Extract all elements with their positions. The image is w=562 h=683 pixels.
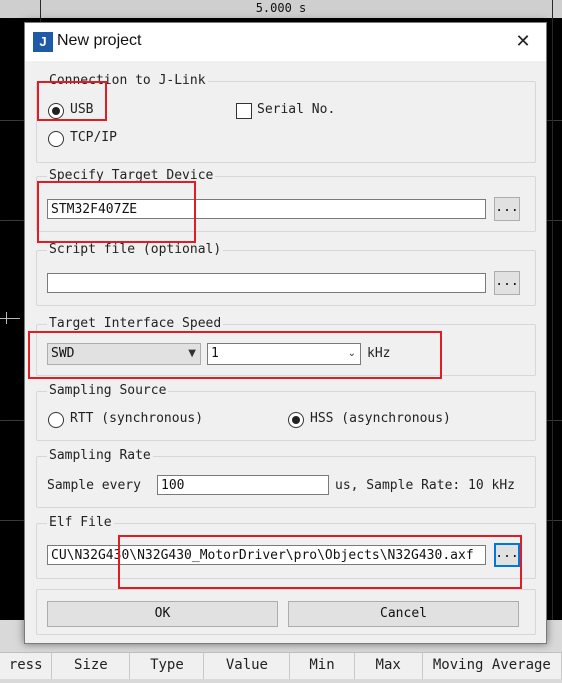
sample-rate-text: us, Sample Rate: 10 kHz bbox=[335, 478, 516, 493]
grid-line bbox=[552, 0, 553, 683]
hss-label: HSS (asynchronous) bbox=[310, 411, 451, 426]
interface-value: SWD bbox=[51, 346, 75, 361]
target-device-label: Specify Target Device bbox=[47, 168, 216, 183]
elf-file-input[interactable]: CU\N32G430\N32G430_MotorDriver\pro\Objec… bbox=[47, 545, 486, 565]
tcpip-radio[interactable] bbox=[48, 131, 64, 147]
crosshair bbox=[6, 312, 7, 324]
column-header[interactable]: Moving Average bbox=[423, 653, 562, 679]
speed-unit-label: kHz bbox=[367, 346, 391, 361]
interface-select[interactable]: SWD ▼ bbox=[47, 343, 201, 365]
elf-file-label: Elf File bbox=[47, 515, 114, 530]
column-header[interactable]: Size bbox=[52, 653, 131, 679]
sample-interval-input[interactable]: 100 bbox=[157, 475, 329, 495]
speed-value: 1 bbox=[211, 346, 219, 361]
jlink-app-icon: J bbox=[33, 32, 53, 52]
rtt-label: RTT (synchronous) bbox=[70, 411, 204, 426]
column-header[interactable]: Min bbox=[290, 653, 355, 679]
sampling-rate-label: Sampling Rate bbox=[47, 448, 153, 463]
new-project-dialog: J New project ✕ Connection to J-Link USB… bbox=[24, 22, 547, 644]
tcpip-label: TCP/IP bbox=[70, 130, 117, 145]
target-interface-label: Target Interface Speed bbox=[47, 316, 224, 331]
sample-every-label: Sample every bbox=[47, 478, 141, 493]
close-icon[interactable]: ✕ bbox=[510, 29, 536, 55]
column-header[interactable]: Value bbox=[204, 653, 291, 679]
elf-file-browse-button[interactable]: ... bbox=[494, 543, 520, 567]
dialog-title: New project bbox=[57, 32, 142, 49]
column-header[interactable]: ress bbox=[0, 653, 53, 679]
title-bar: J New project ✕ bbox=[25, 23, 546, 61]
rtt-radio[interactable] bbox=[48, 412, 64, 428]
timeline-label: 5.000 s bbox=[0, 0, 562, 18]
target-device-browse-button[interactable]: ... bbox=[494, 197, 520, 221]
column-header[interactable]: Max bbox=[355, 653, 423, 679]
script-file-browse-button[interactable]: ... bbox=[494, 271, 520, 295]
hss-radio[interactable] bbox=[288, 412, 304, 428]
speed-select[interactable]: 1 ⌄ bbox=[207, 343, 361, 365]
connection-group: Connection to J-Link bbox=[36, 73, 536, 163]
crosshair bbox=[0, 318, 20, 319]
dropdown-arrow-icon: ▼ bbox=[188, 348, 196, 359]
usb-radio[interactable] bbox=[48, 103, 64, 119]
table-header: ress Size Type Value Min Max Moving Aver… bbox=[0, 652, 562, 679]
connection-label: Connection to J-Link bbox=[47, 73, 208, 88]
chevron-down-icon: ⌄ bbox=[347, 348, 356, 359]
cancel-button[interactable]: Cancel bbox=[288, 601, 519, 627]
serial-no-checkbox[interactable] bbox=[236, 103, 252, 119]
script-file-input[interactable] bbox=[47, 273, 486, 293]
serial-no-label: Serial No. bbox=[257, 102, 336, 117]
target-device-input[interactable]: STM32F407ZE bbox=[47, 199, 486, 219]
script-file-label: Script file (optional) bbox=[47, 242, 224, 257]
sampling-source-label: Sampling Source bbox=[47, 383, 169, 398]
ok-button[interactable]: OK bbox=[47, 601, 278, 627]
column-header[interactable]: Type bbox=[130, 653, 205, 679]
usb-label: USB bbox=[70, 102, 94, 117]
